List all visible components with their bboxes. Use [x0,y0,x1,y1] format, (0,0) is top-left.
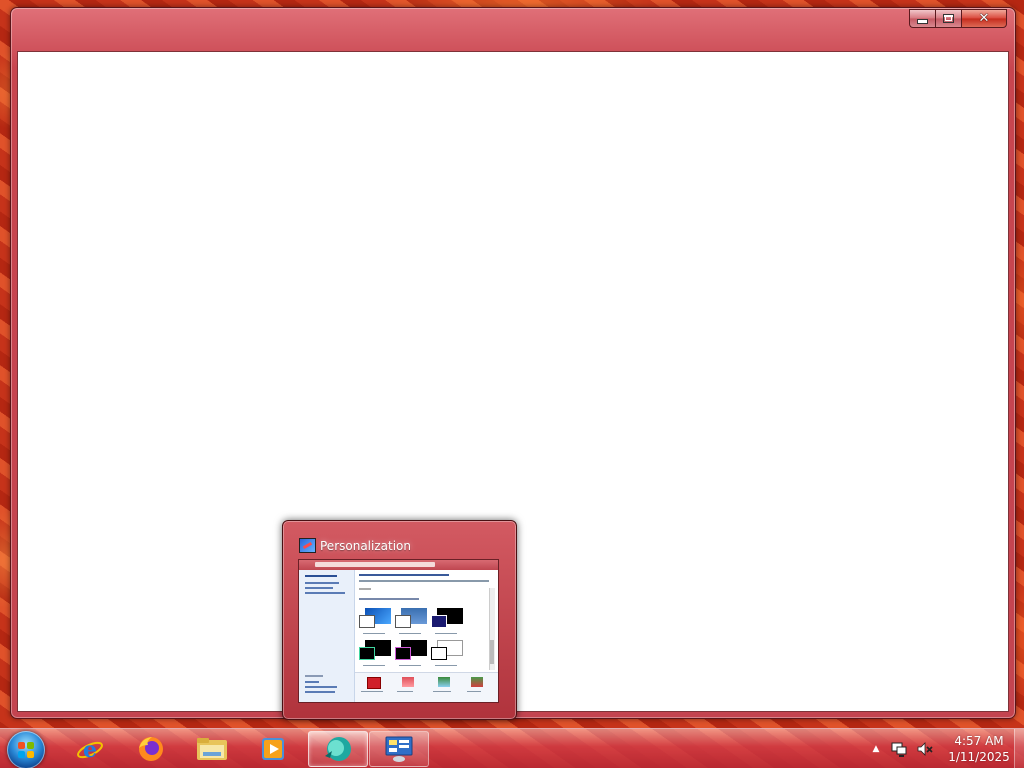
media-player-icon [262,738,284,760]
maximize-icon [943,14,954,23]
clock-date: 1/11/2025 [948,750,1010,764]
preview-sidebar [299,570,355,702]
taskbar-firefox[interactable] [121,731,181,767]
clock[interactable]: 4:57 AM 1/11/2025 [946,733,1012,765]
volume-muted-icon[interactable] [916,740,934,758]
thumbnail-title-row: Personalization [299,538,411,553]
personalization-icon [299,538,316,553]
windows-start-icon [18,742,35,758]
taskbar-internet-explorer[interactable]: e [60,731,120,767]
taskbar-media-player[interactable] [243,731,303,767]
close-icon: ✕ [978,11,990,26]
taskbar: e ▲ 4:57 AM 1/11/2025 [0,728,1024,768]
show-hidden-icons-button[interactable]: ▲ [868,744,884,754]
taskbar-blue-circle-app[interactable] [308,731,368,767]
thumbnail-window-preview[interactable] [298,559,499,703]
desktop: ✕ Personalization e ▲ 4:57 AM 1/11/2025 [0,0,1024,768]
system-tray: ▲ 4:57 AM 1/11/2025 [868,729,1012,768]
window-controls: ✕ [909,9,1007,28]
minimize-icon [917,19,928,24]
minimize-button[interactable] [909,9,935,28]
close-button[interactable]: ✕ [961,9,1007,28]
preview-address-bar [315,562,435,567]
taskbar-thumbnail-preview[interactable]: Personalization [282,520,517,720]
svg-text:e: e [83,737,97,763]
preview-titlebar [299,560,498,570]
maximize-button[interactable] [935,9,961,28]
show-desktop-button[interactable] [1014,729,1024,768]
network-icon[interactable] [890,740,908,758]
blue-circle-app-icon [325,737,351,761]
internet-explorer-icon: e [77,737,103,763]
firefox-icon [139,737,163,761]
taskbar-file-explorer[interactable] [182,731,242,767]
taskbar-personalization[interactable] [369,731,429,767]
start-button[interactable] [7,731,45,768]
folder-icon [197,738,227,760]
control-panel-icon [385,736,413,762]
clock-time: 4:57 AM [954,734,1004,748]
thumbnail-title: Personalization [320,538,411,553]
